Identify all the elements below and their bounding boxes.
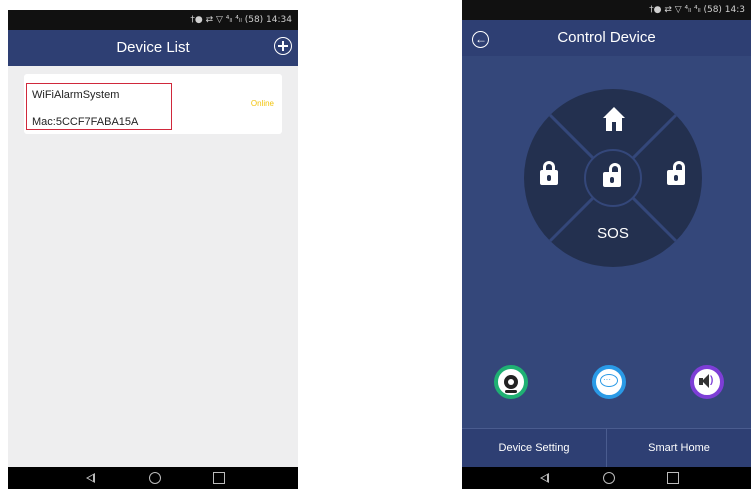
- control-wheel: SOS: [524, 89, 702, 267]
- title-bar: Device List: [8, 30, 298, 66]
- center-button[interactable]: [584, 149, 642, 207]
- page-title: Device List: [116, 39, 190, 56]
- device-mac: Mac:5CCF7FABA15A: [32, 116, 139, 128]
- page-title: Control Device: [557, 29, 656, 46]
- speaker-button[interactable]: ): [690, 365, 724, 399]
- lock-icon[interactable]: [667, 161, 685, 185]
- home-segment[interactable]: [569, 89, 657, 144]
- tab-smart-home[interactable]: Smart Home: [607, 429, 751, 468]
- chat-button[interactable]: ···: [592, 365, 626, 399]
- bottom-tab-bar: Device Setting Smart Home: [462, 428, 751, 468]
- lock-icon[interactable]: [540, 161, 558, 185]
- lock-icon: [603, 163, 621, 187]
- device-status: Online: [250, 99, 274, 108]
- title-bar: ← Control Device: [462, 20, 751, 56]
- nav-recent-icon[interactable]: [213, 472, 225, 484]
- tab-device-setting[interactable]: Device Setting: [462, 429, 607, 468]
- home-icon: [603, 107, 625, 131]
- system-nav-bar: [8, 467, 298, 489]
- status-bar: †● ⇄ ▽ ⁴ₗₗ ⁴ₗₗ (58) 14:3: [462, 0, 751, 20]
- control-device-screen: †● ⇄ ▽ ⁴ₗₗ ⁴ₗₗ (58) 14:3 ← Control Devic…: [462, 0, 751, 489]
- device-name: WiFiAlarmSystem: [32, 89, 120, 101]
- nav-back-icon[interactable]: [86, 473, 95, 483]
- system-nav-bar: [462, 467, 751, 489]
- add-device-icon[interactable]: [274, 37, 292, 55]
- nav-home-icon[interactable]: [603, 472, 615, 484]
- camera-button[interactable]: [494, 365, 528, 399]
- nav-home-icon[interactable]: [149, 472, 161, 484]
- device-card[interactable]: WiFiAlarmSystem Mac:5CCF7FABA15A Online: [24, 74, 282, 134]
- camera-icon: [504, 375, 518, 389]
- device-list-screen: †● ⇄ ▽ ⁴ₗₗ ⁴ₗₗ (58) 14:34 Device List Wi…: [8, 10, 298, 489]
- status-bar: †● ⇄ ▽ ⁴ₗₗ ⁴ₗₗ (58) 14:34: [8, 10, 298, 30]
- sos-button[interactable]: SOS: [524, 225, 702, 242]
- nav-back-icon[interactable]: [540, 473, 549, 483]
- nav-recent-icon[interactable]: [667, 472, 679, 484]
